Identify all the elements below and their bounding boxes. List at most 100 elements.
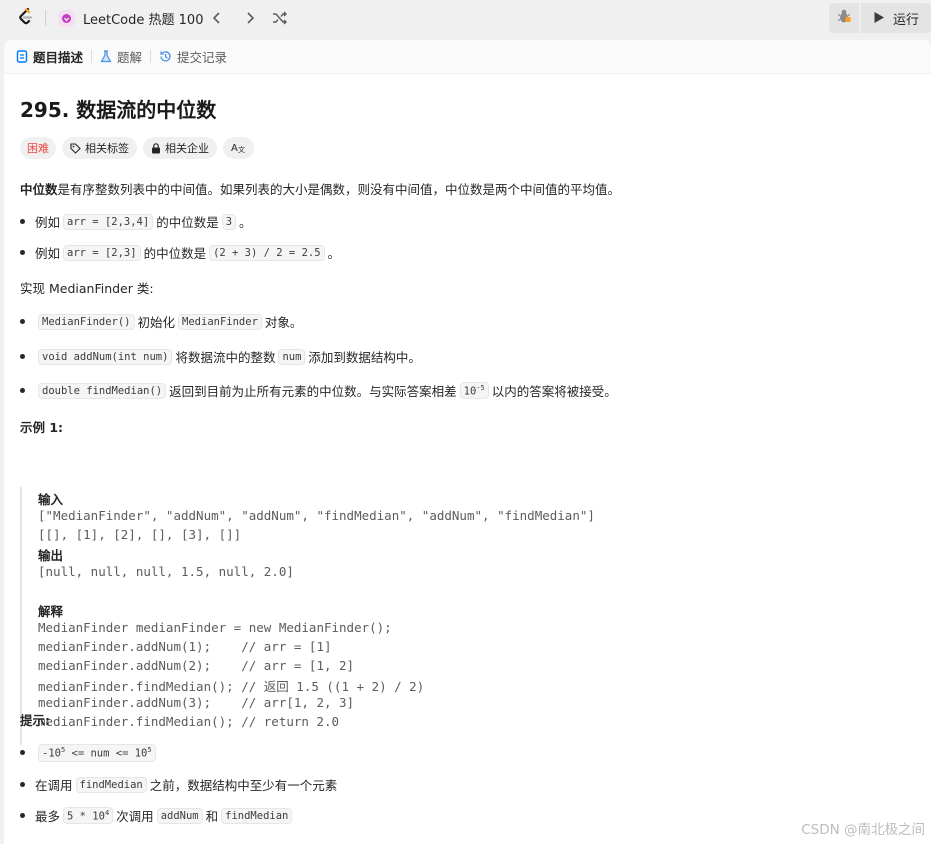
inline-code: addNum xyxy=(156,807,203,824)
problem-list-link[interactable]: LeetCode 热题 100 xyxy=(58,8,203,28)
translate-icon: A文 xyxy=(231,141,246,156)
csdn-watermark: CSDN @南北极之间 xyxy=(801,822,925,838)
code-part: 5 * 10 xyxy=(67,810,105,823)
inline-code: findMedian xyxy=(75,776,147,793)
inline-code: (2 + 3) / 2 = 2.5 xyxy=(209,244,325,261)
item-text: 。 xyxy=(327,246,341,261)
inline-code: 5 * 104 xyxy=(63,806,114,825)
item-text: 例如 xyxy=(35,215,61,230)
tab-divider xyxy=(91,50,93,63)
explain-line: medianFinder.addNum(1); // arr = [1] xyxy=(38,639,332,654)
related-companies-button[interactable]: 相关企业 xyxy=(143,137,217,159)
implement-text: 实现 MedianFinder 类: xyxy=(20,281,154,296)
example-block: 输入 ["MedianFinder", "addNum", "addNum", … xyxy=(20,487,722,745)
related-companies-label: 相关企业 xyxy=(165,142,209,155)
item-text: 对象。 xyxy=(264,315,303,330)
inline-code: num xyxy=(278,348,306,365)
translate-button[interactable]: A文 xyxy=(223,137,254,159)
top-navbar: LeetCode 热题 100 运行 xyxy=(0,0,931,36)
output-label: 输出 xyxy=(38,548,64,563)
code-exponent: -5 xyxy=(476,383,485,392)
problem-list-icon xyxy=(58,9,75,27)
code-base: 10 xyxy=(463,385,477,398)
inline-code: MedianFinder xyxy=(178,313,262,330)
play-icon xyxy=(873,9,885,28)
run-button[interactable]: 运行 xyxy=(861,3,931,33)
svg-text:文: 文 xyxy=(238,145,245,153)
item-text: 在调用 xyxy=(35,778,73,793)
tab-submissions[interactable]: 提交记录 xyxy=(159,47,227,66)
explain-line: medianFinder.addNum(2); // arr = [1, 2] xyxy=(38,658,355,673)
code-part: -10 xyxy=(42,747,61,760)
problem-title[interactable]: 295. 数据流的中位数 xyxy=(20,94,216,123)
item-text: 的中位数是 xyxy=(156,215,219,230)
run-label: 运行 xyxy=(893,12,920,28)
explain-line: medianFinder.addNum(3); // arr[1, 2, 3] xyxy=(38,695,355,710)
item-text: 以内的答案将被接受。 xyxy=(491,384,617,399)
nav-separator xyxy=(45,10,46,26)
list-item: 例如 arr = [2,3] 的中位数是 (2 + 3) / 2 = 2.5 。 xyxy=(20,243,340,262)
list-item: 最多 5 * 104 次调用 addNum 和 findMedian xyxy=(20,806,295,825)
related-tags-label: 相关标签 xyxy=(85,142,129,155)
list-item: void addNum(int num) 将数据流中的整数 num 添加到数据结… xyxy=(20,347,421,366)
tab-description[interactable]: 题目描述 xyxy=(16,47,83,66)
list-item: 在调用 findMedian 之前，数据结构中至少有一个元素 xyxy=(20,775,337,794)
list-item: 例如 arr = [2,3,4] 的中位数是 3 。 xyxy=(20,212,252,231)
inline-code: -105 <= num <= 105 xyxy=(38,744,156,762)
code-part: <= num <= 10 xyxy=(65,747,148,760)
intro-rest: 是有序整数列表中的中间值。如果列表的大小是偶数，则没有中间值，中位数是两个中间值… xyxy=(57,182,621,197)
run-controls: 运行 xyxy=(829,3,931,33)
leetcode-logo-icon[interactable] xyxy=(15,6,37,28)
item-text: 之前，数据结构中至少有一个元素 xyxy=(149,778,338,793)
item-text: 例如 xyxy=(35,246,61,261)
input-line: [[], [1], [2], [], [3], []] xyxy=(38,527,242,542)
inline-code: 10-5 xyxy=(459,381,489,400)
input-line: ["MedianFinder", "addNum", "addNum", "fi… xyxy=(38,508,595,523)
debug-button[interactable] xyxy=(829,3,859,33)
next-problem-icon[interactable] xyxy=(240,8,260,28)
inline-code: 3 xyxy=(221,213,237,230)
document-icon xyxy=(16,50,28,63)
related-tags-button[interactable]: 相关标签 xyxy=(62,137,137,159)
panel-tabbar: 题目描述 题解 提交记录 xyxy=(4,40,931,74)
bullet xyxy=(20,250,25,255)
bullet xyxy=(20,750,25,756)
code-exponent: 4 xyxy=(104,808,110,817)
prev-problem-icon[interactable] xyxy=(207,8,227,28)
list-item: MedianFinder() 初始化 MedianFinder 对象。 xyxy=(20,312,302,331)
intro-bold-term: 中位数 xyxy=(20,182,58,197)
inline-code: double findMedian() xyxy=(38,382,167,399)
list-item: -105 <= num <= 105 xyxy=(20,744,159,762)
bug-icon xyxy=(836,8,852,28)
tab-solutions[interactable]: 题解 xyxy=(100,47,142,66)
bullet xyxy=(20,388,25,393)
lock-icon xyxy=(151,142,161,154)
history-icon xyxy=(159,50,172,63)
item-text: 添加到数据结构中。 xyxy=(308,350,421,365)
problem-list-title: LeetCode 热题 100 xyxy=(83,12,204,28)
inline-code: MedianFinder() xyxy=(38,313,135,330)
item-text: 的中位数是 xyxy=(143,246,207,261)
inline-code: void addNum(int num) xyxy=(38,348,173,365)
item-text: 和 xyxy=(205,809,219,824)
output-line: [null, null, null, 1.5, null, 2.0] xyxy=(38,564,294,579)
explain-line: MedianFinder medianFinder = new MedianFi… xyxy=(38,620,392,635)
tag-icon xyxy=(70,142,81,154)
bullet xyxy=(20,354,25,359)
input-label: 输入 xyxy=(38,492,64,507)
item-text: 初始化 xyxy=(137,315,176,330)
problem-tags: 困难 相关标签 相关企业 A文 xyxy=(20,137,260,159)
inline-code: findMedian xyxy=(221,807,293,824)
tab-divider xyxy=(150,50,152,63)
description-panel: 题目描述 题解 提交记录 295. 数据流的中位数 困难 相关标签 相关企业 A… xyxy=(4,40,931,844)
svg-text:A: A xyxy=(231,143,238,153)
item-text: 将数据流中的整数 xyxy=(175,350,276,365)
explain-label: 解释 xyxy=(38,604,64,619)
bullet xyxy=(20,219,25,224)
list-item: double findMedian() 返回到目前为止所有元素的中位数。与实际答… xyxy=(20,381,617,400)
item-text: 最多 xyxy=(35,809,61,824)
explain-line: medianFinder.findMedian(); // return 2.0 xyxy=(38,714,340,729)
explain-line: medianFinder.findMedian(); // 返回 1.5 ((1… xyxy=(38,679,425,694)
tab-submissions-label: 提交记录 xyxy=(177,50,228,65)
random-problem-icon[interactable] xyxy=(270,8,290,28)
